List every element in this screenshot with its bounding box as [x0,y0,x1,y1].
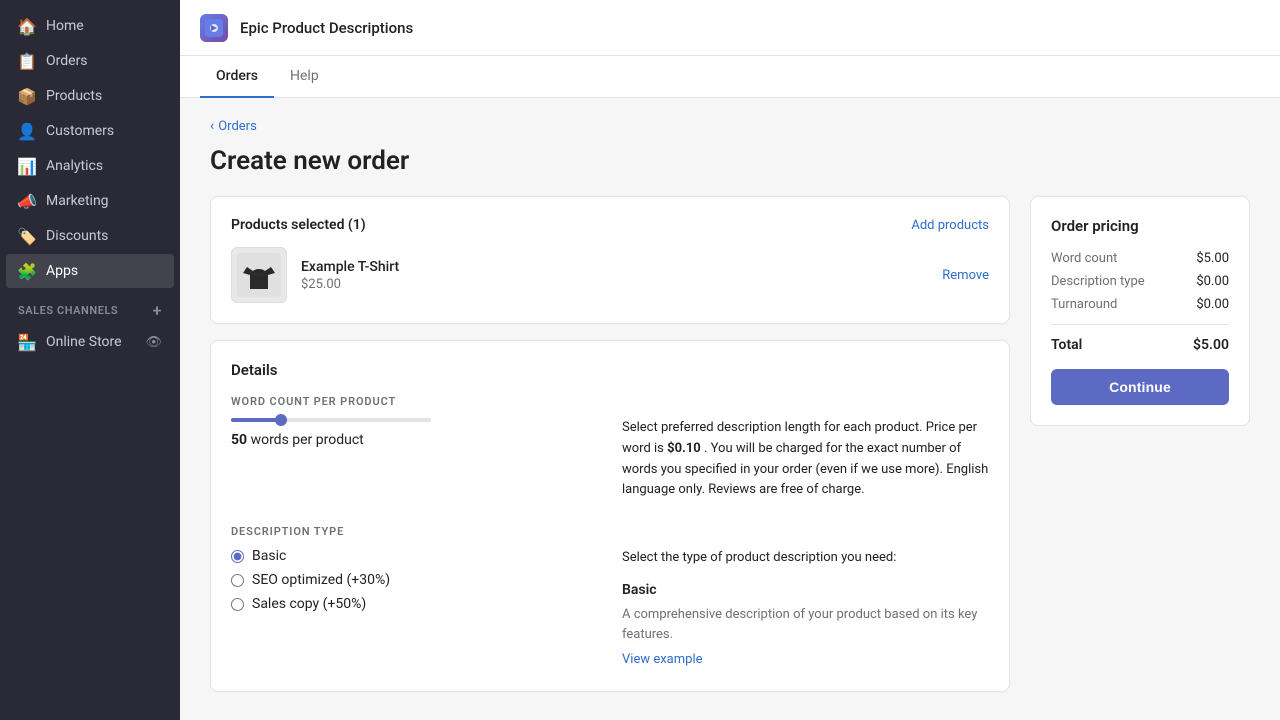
main-content: Epic Product Descriptions Orders Help ‹ … [180,0,1280,720]
description-type-left: Basic SEO optimized (+30%) Sales copy (+… [231,548,598,612]
pricing-title: Order pricing [1051,217,1229,235]
details-card: Details WORD COUNT PER PRODUCT [210,340,1010,692]
pricing-total: Total $5.00 [1051,337,1229,353]
main-panel: Products selected (1) Add products [210,196,1010,692]
radio-sales[interactable]: Sales copy (+50%) [231,596,598,612]
selected-type-title: Basic [622,579,989,601]
slider-thumb [275,414,287,426]
word-count-left: 50 words per product [231,418,598,448]
sidebar-item-apps[interactable]: 🧩 Apps [6,254,174,288]
pricing-row-desc-type: Description type $0.00 [1051,274,1229,289]
sidebar-item-orders[interactable]: 📋 Orders [6,44,174,78]
view-example-link[interactable]: View example [622,652,703,667]
sidebar-item-online-store[interactable]: 🏪 Online Store 👁 [6,325,174,359]
radio-seo[interactable]: SEO optimized (+30%) [231,572,598,588]
product-row: Example T-Shirt $25.00 Remove [231,247,989,303]
customers-icon: 👤 [18,122,36,140]
page-title: Create new order [210,146,1250,176]
word-count-description: Select preferred description length for … [622,418,989,501]
marketing-icon: 📣 [18,192,36,210]
description-type-label: DESCRIPTION TYPE [231,525,989,538]
products-icon: 📦 [18,87,36,105]
pricing-row-turnaround: Turnaround $0.00 [1051,297,1229,312]
slider-fill [231,418,281,422]
description-type-section: DESCRIPTION TYPE Basic [231,525,989,671]
product-price: $25.00 [301,277,928,292]
slider-track [231,418,431,422]
sidebar: 🏠 Home 📋 Orders 📦 Products 👤 Customers 📊… [0,0,180,720]
sidebar-item-customers[interactable]: 👤 Customers [6,114,174,148]
sidebar-item-products[interactable]: 📦 Products [6,79,174,113]
sidebar-item-home[interactable]: 🏠 Home [6,9,174,43]
radio-group: Basic SEO optimized (+30%) Sales copy (+… [231,548,598,612]
radio-basic[interactable]: Basic [231,548,598,564]
description-type-row: Basic SEO optimized (+30%) Sales copy (+… [231,548,989,671]
word-count-row: 50 words per product Select preferred de… [231,418,989,501]
discounts-icon: 🏷️ [18,227,36,245]
pricing-row-word-count: Word count $5.00 [1051,251,1229,266]
description-type-right: Select the type of product description y… [622,548,989,671]
tab-help[interactable]: Help [274,56,335,98]
word-count-section: WORD COUNT PER PRODUCT [231,395,989,501]
word-count-slider-container [231,418,598,422]
radio-sales-input[interactable] [231,598,244,611]
page-content: ‹ Orders Create new order Products selec… [180,98,1280,720]
online-store-icon: 🏪 [18,333,36,351]
word-count-value-label: 50 words per product [231,432,598,448]
analytics-icon: 📊 [18,157,36,175]
tab-orders[interactable]: Orders [200,56,274,98]
app-title: Epic Product Descriptions [240,19,413,37]
continue-button[interactable]: Continue [1051,369,1229,405]
products-card-title: Products selected (1) [231,217,366,233]
tabs-bar: Orders Help [180,56,1280,98]
sidebar-item-analytics[interactable]: 📊 Analytics [6,149,174,183]
products-selected-card: Products selected (1) Add products [210,196,1010,324]
radio-seo-input[interactable] [231,574,244,587]
radio-basic-input[interactable] [231,550,244,563]
sidebar-item-marketing[interactable]: 📣 Marketing [6,184,174,218]
product-name: Example T-Shirt [301,259,928,275]
products-card-header: Products selected (1) Add products [231,217,989,233]
home-icon: 🏠 [18,17,36,35]
pricing-card: Order pricing Word count $5.00 Descripti… [1030,196,1250,426]
content-row: Products selected (1) Add products [210,196,1250,692]
word-count-label: WORD COUNT PER PRODUCT [231,395,989,408]
online-store-visibility-icon[interactable]: 👁 [145,335,162,350]
apps-icon: 🧩 [18,262,36,280]
chevron-left-icon: ‹ [210,118,214,134]
orders-icon: 📋 [18,52,36,70]
add-products-link[interactable]: Add products [911,218,989,233]
selected-type-desc: A comprehensive description of your prod… [622,605,989,644]
sidebar-item-discounts[interactable]: 🏷️ Discounts [6,219,174,253]
app-icon [200,14,228,42]
pricing-divider [1051,324,1229,325]
select-type-prompt: Select the type of product description y… [622,548,989,569]
add-sales-channel-button[interactable]: + [153,301,162,320]
details-title: Details [231,361,989,379]
sales-channels-header: SALES CHANNELS + [0,289,180,324]
remove-product-link[interactable]: Remove [942,268,989,283]
side-panel: Order pricing Word count $5.00 Descripti… [1030,196,1250,426]
product-thumbnail [231,247,287,303]
app-header: Epic Product Descriptions [180,0,1280,56]
product-info: Example T-Shirt $25.00 [301,259,928,292]
breadcrumb[interactable]: ‹ Orders [210,118,1250,134]
